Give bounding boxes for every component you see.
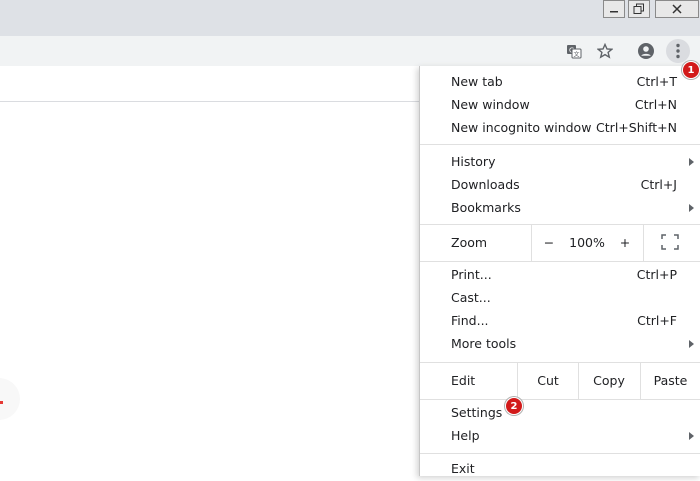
close-button[interactable] <box>655 0 699 18</box>
browser-toolbar: G 文 <box>0 36 700 66</box>
submenu-arrow-icon <box>689 340 694 348</box>
menu-item-find[interactable]: Find... Ctrl+F <box>420 310 700 333</box>
browser-menu: New tab Ctrl+T New window Ctrl+N New inc… <box>419 66 700 476</box>
menu-item-new-window[interactable]: New window Ctrl+N <box>420 94 700 117</box>
menu-item-exit[interactable]: Exit <box>420 458 700 481</box>
bookmark-star-icon[interactable] <box>594 40 616 62</box>
menu-item-label: Bookmarks <box>451 200 521 215</box>
menu-item-print[interactable]: Print... Ctrl+P <box>420 264 700 287</box>
side-indicator <box>0 401 3 404</box>
menu-item-label: New tab <box>451 74 503 89</box>
menu-separator <box>420 144 700 145</box>
menu-item-new-incognito[interactable]: New incognito window Ctrl+Shift+N <box>420 117 700 140</box>
menu-item-shortcut: Ctrl+J <box>640 177 677 192</box>
side-button[interactable] <box>0 378 20 420</box>
close-icon <box>672 4 682 14</box>
menu-item-shortcut: Ctrl+Shift+N <box>596 120 677 135</box>
page-divider <box>0 101 420 102</box>
menu-item-label: Find... <box>451 313 489 328</box>
submenu-arrow-icon <box>689 158 694 166</box>
zoom-label: Zoom <box>451 235 488 250</box>
step-badge-1: 1 <box>682 61 700 79</box>
edit-row: Edit Cut Copy Paste <box>420 363 700 399</box>
menu-item-cast[interactable]: Cast... <box>420 287 700 310</box>
menu-item-label: Cast... <box>451 290 491 305</box>
fullscreen-icon[interactable] <box>661 234 679 250</box>
copy-button[interactable]: Copy <box>578 373 640 388</box>
zoom-row: Zoom − 100% + <box>420 225 700 261</box>
menu-item-label: More tools <box>451 336 517 351</box>
menu-item-label: Help <box>451 428 480 443</box>
zoom-out-button[interactable]: − <box>542 235 556 250</box>
minimize-icon <box>610 11 618 13</box>
menu-separator <box>420 261 700 262</box>
menu-item-new-tab[interactable]: New tab Ctrl+T <box>420 71 700 94</box>
menu-item-shortcut: Ctrl+T <box>636 74 677 89</box>
account-icon[interactable] <box>635 40 657 62</box>
menu-item-shortcut: Ctrl+N <box>634 97 677 112</box>
menu-item-help[interactable]: Help <box>420 425 700 448</box>
restore-icon <box>633 3 644 14</box>
submenu-arrow-icon <box>689 432 694 440</box>
menu-item-more-tools[interactable]: More tools <box>420 333 700 356</box>
zoom-divider <box>531 225 532 261</box>
zoom-in-button[interactable]: + <box>618 235 632 250</box>
restore-button[interactable] <box>628 0 650 18</box>
zoom-divider <box>643 225 644 261</box>
menu-item-shortcut: Ctrl+F <box>637 313 677 328</box>
kebab-menu-icon[interactable] <box>666 39 690 63</box>
cut-button[interactable]: Cut <box>518 373 578 388</box>
menu-separator <box>420 399 700 400</box>
zoom-level: 100% <box>569 235 605 250</box>
svg-text:文: 文 <box>574 51 580 59</box>
menu-item-label: New window <box>451 97 530 112</box>
menu-separator <box>420 453 700 454</box>
menu-item-label: History <box>451 154 496 169</box>
menu-item-label: Exit <box>451 461 475 476</box>
menu-item-label: Print... <box>451 267 492 282</box>
submenu-arrow-icon <box>689 204 694 212</box>
menu-item-settings[interactable]: Settings <box>420 402 700 425</box>
address-bar[interactable] <box>0 38 626 64</box>
menu-item-history[interactable]: History <box>420 151 700 174</box>
minimize-button[interactable] <box>603 0 625 18</box>
menu-item-label: New incognito window <box>451 120 592 135</box>
step-badge-2: 2 <box>505 397 523 415</box>
menu-item-label: Downloads <box>451 177 520 192</box>
menu-item-bookmarks[interactable]: Bookmarks <box>420 197 700 220</box>
title-bar <box>0 0 700 36</box>
translate-icon[interactable]: G 文 <box>563 40 585 62</box>
edit-label: Edit <box>451 373 476 388</box>
paste-button[interactable]: Paste <box>640 373 700 388</box>
menu-item-shortcut: Ctrl+P <box>636 267 677 282</box>
menu-item-downloads[interactable]: Downloads Ctrl+J <box>420 174 700 197</box>
menu-item-label: Settings <box>451 405 503 420</box>
